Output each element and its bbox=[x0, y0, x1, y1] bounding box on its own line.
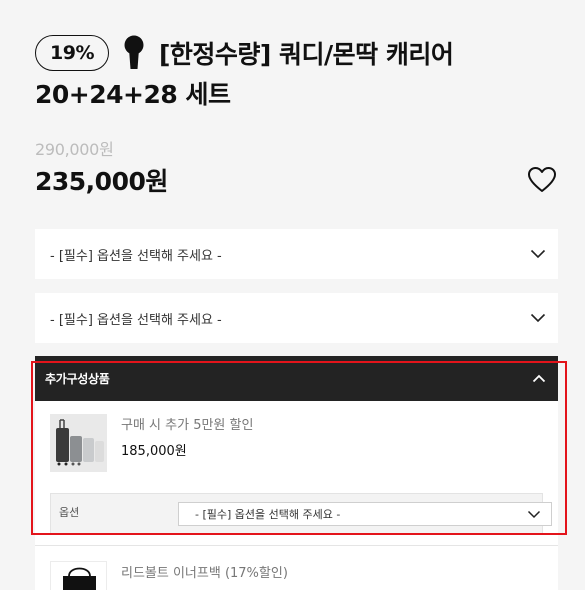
option-select-2[interactable]: - [필수] 옵션을 선택해 주세요 - bbox=[35, 293, 558, 343]
addon-option-select[interactable]: - [필수] 옵션을 선택해 주세요 - bbox=[178, 502, 552, 526]
product-thumbnail[interactable] bbox=[50, 561, 107, 590]
chevron-down-icon bbox=[530, 313, 546, 323]
option-select-1[interactable]: - [필수] 옵션을 선택해 주세요 - bbox=[35, 229, 558, 279]
option-label: 옵션 bbox=[59, 506, 80, 519]
addon-item-price: 185,000원 bbox=[121, 444, 187, 459]
option-select-2-text: - [필수] 옵션을 선택해 주세요 - bbox=[50, 312, 222, 328]
chevron-up-icon bbox=[532, 374, 546, 383]
option-select-1-text: - [필수] 옵션을 선택해 주세요 - bbox=[50, 248, 222, 264]
original-price: 290,000원 bbox=[35, 140, 114, 159]
chevron-down-icon bbox=[527, 510, 541, 518]
product-title: [한정수량] 쿼디/몬딱 캐리어 bbox=[158, 40, 454, 69]
addon-item-name[interactable]: 리드볼트 이너프백 (17%할인) bbox=[121, 562, 288, 581]
addon-header[interactable]: 추가구성상품 bbox=[35, 356, 558, 401]
discount-badge: 19% bbox=[35, 35, 109, 71]
addon-option-select-text: - [필수] 옵션을 선택해 주세요 - bbox=[195, 508, 341, 521]
chevron-down-icon bbox=[530, 249, 546, 259]
addon-item-name[interactable]: 구매 시 추가 5만원 할인 bbox=[121, 414, 253, 433]
addon-item: 리드볼트 이너프백 (17%할인) bbox=[35, 546, 558, 590]
addon-item: 구매 시 추가 5만원 할인 185,000원 옵션 - [필수] 옵션을 선택… bbox=[35, 401, 558, 546]
title-line-1: 19% [한정수량] 쿼디/몬딱 캐리어 bbox=[35, 35, 555, 71]
keyhole-icon bbox=[123, 35, 145, 71]
product-title-line-2: 20+24+28 세트 bbox=[35, 80, 231, 109]
wishlist-button[interactable] bbox=[527, 166, 557, 194]
addon-header-label: 추가구성상품 bbox=[45, 372, 110, 386]
product-title-block: 19% [한정수량] 쿼디/몬딱 캐리어 20+24+28 세트 bbox=[35, 35, 555, 113]
addon-products-panel: 추가구성상품 구매 시 추가 5만원 할인 185,000원 옵션 - [필수]… bbox=[35, 356, 558, 590]
product-thumbnail[interactable] bbox=[50, 414, 107, 472]
addon-option-row: 옵션 - [필수] 옵션을 선택해 주세요 - bbox=[50, 493, 552, 535]
sale-price: 235,000원 bbox=[35, 167, 168, 196]
heart-icon bbox=[528, 167, 556, 192]
